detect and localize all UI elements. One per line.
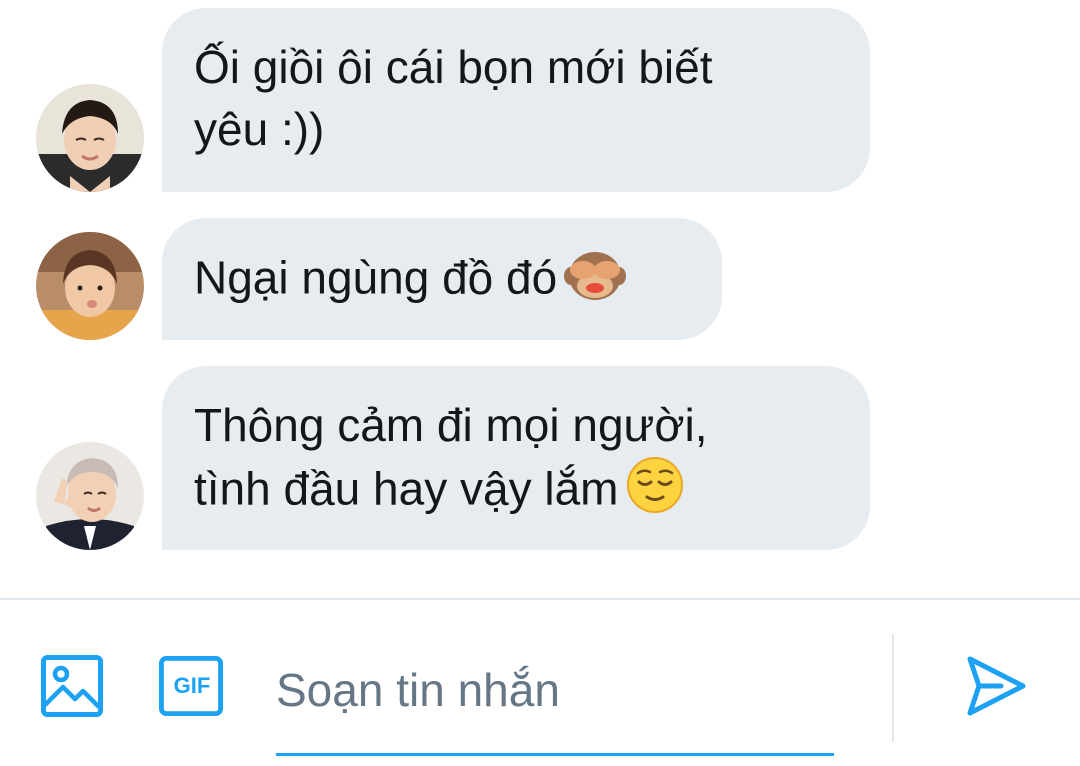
- message-text-line: Thông cảm đi mọi người,: [194, 399, 708, 451]
- add-image-button[interactable]: [40, 654, 104, 718]
- avatar-man-dark-hair-icon: [36, 84, 144, 192]
- image-icon: [41, 655, 103, 717]
- send-button[interactable]: [964, 654, 1028, 718]
- message-bubble[interactable]: Ngại ngùng đồ đó: [162, 218, 722, 340]
- avatar[interactable]: [36, 232, 144, 340]
- message-text-line: Ối giồi ôi cái bọn mới biết: [194, 41, 713, 93]
- message-text: tình đầu hay vậy lắm: [194, 462, 619, 515]
- gif-button[interactable]: GIF: [159, 654, 223, 718]
- see-no-evil-monkey-icon: [563, 246, 627, 317]
- message-list: Ối giồi ôi cái bọn mới biết yêu :)) Ngại…: [0, 0, 1080, 598]
- message-text-line: Ngại ngùng đồ đó: [194, 246, 690, 317]
- avatar[interactable]: [36, 84, 144, 192]
- gif-label: GIF: [173, 673, 211, 698]
- message-composer: GIF: [0, 598, 1080, 766]
- message-bubble[interactable]: Thông cảm đi mọi người, tình đầu hay vậy…: [162, 366, 870, 550]
- message-input[interactable]: [276, 658, 816, 722]
- message-row: Ngại ngùng đồ đó: [0, 210, 1080, 340]
- dm-conversation-screen: Ối giồi ôi cái bọn mới biết yêu :)) Ngại…: [0, 0, 1080, 766]
- avatar[interactable]: [36, 442, 144, 550]
- message-text-line: tình đầu hay vậy lắm: [194, 456, 838, 529]
- relieved-face-icon: [624, 456, 686, 529]
- avatar-man-silver-hair-icon: [36, 442, 144, 550]
- message-bubble[interactable]: Ối giồi ôi cái bọn mới biết yêu :)): [162, 8, 870, 192]
- send-icon: [967, 656, 1026, 716]
- message-input-wrapper: [276, 644, 834, 756]
- avatar-man-brown-hair-icon: [36, 232, 144, 340]
- message-row: Thông cảm đi mọi người, tình đầu hay vậy…: [0, 358, 1080, 558]
- message-text: Ngại ngùng đồ đó: [194, 251, 558, 304]
- message-text-line: yêu :)): [194, 103, 325, 155]
- composer-divider: [892, 634, 894, 742]
- message-row: Ối giồi ôi cái bọn mới biết yêu :)): [0, 0, 1080, 200]
